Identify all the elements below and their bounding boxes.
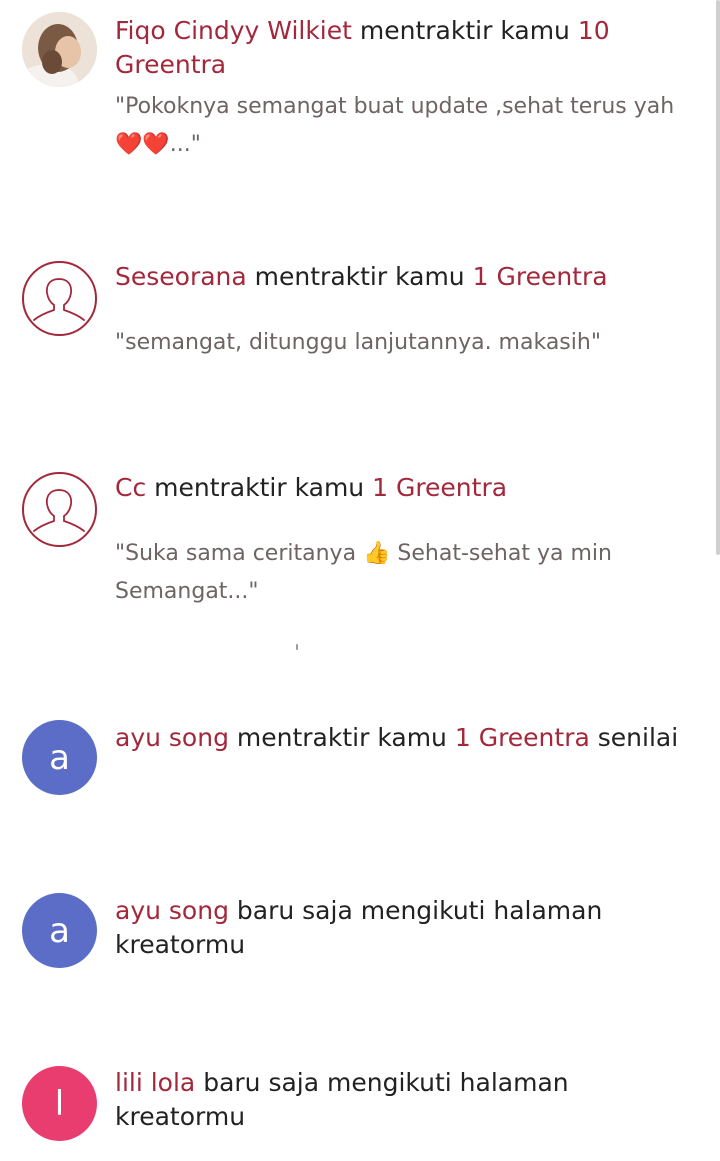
user-name[interactable]: Seseorana <box>115 262 247 291</box>
action-text: mentraktir kamu <box>351 16 578 45</box>
avatar[interactable]: l <box>22 1066 97 1141</box>
user-name[interactable]: ayu song <box>115 723 229 752</box>
avatar[interactable] <box>22 12 97 87</box>
amount-text: 1 Greentra <box>372 473 508 502</box>
notification-text: Fiqo Cindyy Wilkiet mentraktir kamu 10 G… <box>115 14 690 82</box>
action-text: mentraktir kamu <box>146 473 373 502</box>
stray-mark <box>296 644 298 650</box>
user-name[interactable]: lili lola <box>115 1068 195 1097</box>
default-profile-icon <box>33 489 85 532</box>
amount-text: 1 Greentra <box>472 262 608 291</box>
user-name[interactable]: ayu song <box>115 896 229 925</box>
notification-text: ayu song baru saja mengikuti halaman kre… <box>115 894 690 962</box>
action-text: mentraktir kamu <box>246 262 473 291</box>
support-message: "semangat, ditunggu lanjutannya. makasih… <box>115 330 601 355</box>
notification-text: ayu song mentraktir kamu 1 Greentra seni… <box>115 721 690 755</box>
support-message: "Suka sama ceritanya 👍 Sehat-sehat ya mi… <box>115 541 612 604</box>
avatar[interactable]: a <box>22 720 97 795</box>
action-text: mentraktir kamu <box>228 723 455 752</box>
suffix-text: senilai <box>589 723 679 752</box>
user-name[interactable]: Cc <box>115 473 146 502</box>
avatar[interactable] <box>22 472 97 547</box>
support-message: "Pokoknya semangat buat update ,sehat te… <box>115 94 675 157</box>
amount-text: 1 Greentra <box>454 723 590 752</box>
profile-photo <box>22 12 97 87</box>
default-profile-icon <box>33 278 85 321</box>
avatar[interactable]: a <box>22 893 97 968</box>
scrollbar[interactable] <box>716 0 720 555</box>
notification-text: Cc mentraktir kamu 1 Greentra <box>115 471 690 505</box>
notification-text: lili lola baru saja mengikuti halaman kr… <box>115 1066 690 1134</box>
user-name[interactable]: Fiqo Cindyy Wilkiet <box>115 16 352 45</box>
avatar[interactable] <box>22 261 97 336</box>
notification-text: Seseorana mentraktir kamu 1 Greentra <box>115 260 690 294</box>
